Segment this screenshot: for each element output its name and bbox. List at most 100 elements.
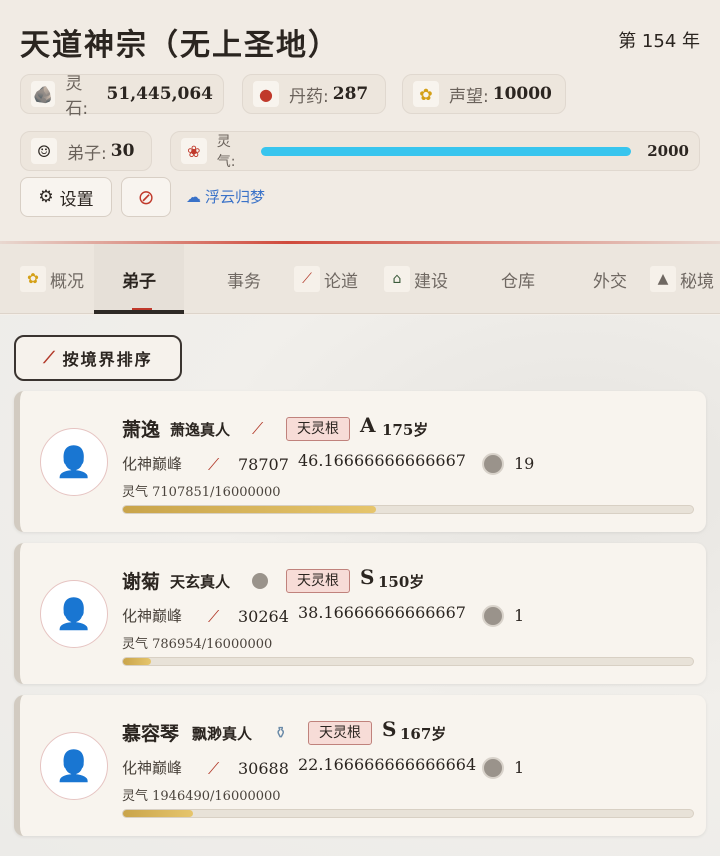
tab-diplomacy[interactable]: 外交 (570, 244, 650, 314)
pavilion-icon: ⌂ (384, 266, 410, 292)
stat-value: 51,445,064 (106, 84, 213, 104)
disciple-count-stat: ☺ 弟子: 30 (20, 131, 152, 171)
power: 78707 (238, 455, 289, 474)
mute-button[interactable]: ⊘ (121, 177, 171, 217)
sword-icon: ⟋ (208, 759, 220, 778)
disc-icon (482, 605, 504, 627)
stat-label: 丹药: (289, 86, 329, 107)
disc-icon (482, 757, 504, 779)
music-track[interactable]: ☁ 浮云归梦 (186, 186, 265, 207)
tab-bar: ✿ 概况 弟子 事务 ⟋ 论道 ⌂ 建设 仓库 外交 ▲ 秘境 (0, 244, 720, 314)
disciple-list-panel: ⟋ 按境界排序 👤 萧逸 萧逸真人 ⟋ 天灵根 A 175岁 化神巅峰 ⟋ 78… (0, 315, 720, 856)
qi-progress-bar (122, 657, 694, 666)
sort-by-realm-button[interactable]: ⟋ 按境界排序 (14, 335, 182, 381)
qi-progress-bar (122, 505, 694, 514)
tab-overview[interactable]: ✿ 概况 (12, 244, 92, 314)
pill-stat: ● 丹药: 287 (242, 74, 386, 114)
qi-progress-text: 灵气 786954/16000000 (122, 637, 273, 652)
tab-label: 秘境 (680, 271, 714, 292)
sword-icon: ⟋ (208, 455, 220, 474)
disc-icon (482, 453, 504, 475)
dao-title: 萧逸真人 (170, 421, 231, 439)
qi-icon: ❀ (181, 138, 207, 164)
qi-label: 灵气: (216, 134, 236, 170)
reputation-icon: ✿ (413, 81, 439, 107)
disc-icon (252, 573, 268, 589)
dao-title: 天玄真人 (170, 573, 231, 591)
realm: 化神巅峰 (122, 759, 183, 777)
disciple-card[interactable]: 👤 慕容琴 飘渺真人 ⚱ 天灵根 S 167岁 化神巅峰 ⟋ 30688 22.… (14, 695, 706, 836)
mute-icon: ⊘ (137, 185, 155, 209)
sect-header: 天道神宗（无上圣地） 第 154 年 🪨 灵石: 51,445,064 ● 丹药… (0, 0, 720, 243)
sect-title: 天道神宗（无上圣地） (20, 28, 340, 63)
disciple-card[interactable]: 👤 萧逸 萧逸真人 ⟋ 天灵根 A 175岁 化神巅峰 ⟋ 78707 46.1… (14, 391, 706, 532)
disciple-icon: ☺ (31, 138, 57, 164)
realm: 化神巅峰 (122, 455, 183, 473)
stat-value: 287 (332, 84, 369, 104)
age: 167岁 (400, 725, 447, 743)
tab-label: 外交 (593, 271, 627, 292)
qi-progress-text: 灵气 1946490/16000000 (122, 789, 281, 804)
tab-warehouse[interactable]: 仓库 (478, 244, 558, 314)
year-counter: 第 154 年 (618, 31, 700, 52)
count: 1 (514, 606, 525, 625)
speed: 38.16666666666667 (298, 603, 466, 622)
qi-progress-bar (122, 809, 694, 818)
spirit-root-badge: 天灵根 (286, 569, 350, 593)
avatar: 👤 (40, 732, 108, 800)
tab-debate[interactable]: ⟋ 论道 (286, 244, 366, 314)
count: 19 (514, 454, 535, 473)
stat-value: 30 (110, 141, 135, 161)
sword-icon: ⟋ (252, 419, 264, 438)
tab-label: 弟子 (122, 271, 156, 292)
tab-label: 建设 (414, 271, 448, 292)
overview-icon: ✿ (20, 266, 46, 292)
gourd-icon: ● (253, 81, 279, 107)
tab-secret-realm[interactable]: ▲ 秘境 (650, 244, 720, 314)
stat-value: 10000 (492, 84, 552, 104)
qi-stat: ❀ 灵气: 2000 (170, 131, 700, 171)
disciple-name: 慕容琴 (122, 723, 180, 745)
mountain-icon: ▲ (650, 266, 676, 292)
age: 175岁 (382, 421, 429, 439)
grade: A (360, 413, 376, 437)
sort-icon: ⟋ (43, 348, 57, 367)
settings-label: 设置 (59, 189, 94, 210)
stat-label: 声望: (449, 86, 489, 107)
music-name: 浮云归梦 (205, 188, 266, 206)
settings-button[interactable]: ⚙ 设置 (20, 177, 112, 217)
realm: 化神巅峰 (122, 607, 183, 625)
reputation-stat: ✿ 声望: 10000 (402, 74, 566, 114)
sort-label: 按境界排序 (62, 350, 153, 369)
tab-label: 概况 (50, 271, 84, 292)
age: 150岁 (378, 573, 425, 591)
tab-build[interactable]: ⌂ 建设 (376, 244, 456, 314)
spirit-root-badge: 天灵根 (286, 417, 350, 441)
disciple-name: 萧逸 (122, 419, 161, 441)
stat-label: 灵石: (65, 74, 89, 119)
spirit-root-badge: 天灵根 (308, 721, 372, 745)
speed: 46.16666666666667 (298, 451, 466, 470)
grade: S (382, 717, 397, 741)
tab-disciples[interactable]: 弟子 (94, 244, 184, 314)
tab-label: 事务 (227, 271, 261, 292)
qi-progress-fill (123, 658, 151, 665)
count: 1 (514, 758, 525, 777)
power: 30264 (238, 607, 289, 626)
spirit-stone-stat: 🪨 灵石: 51,445,064 (20, 74, 224, 119)
tab-label: 仓库 (501, 271, 535, 292)
sword-icon: ⟋ (208, 607, 220, 626)
disciple-card[interactable]: 👤 谢菊 天玄真人 天灵根 S 150岁 化神巅峰 ⟋ 30264 38.166… (14, 543, 706, 684)
qi-value: 2000 (647, 142, 689, 160)
cloud-icon: ☁ (186, 187, 201, 206)
avatar: 👤 (40, 580, 108, 648)
sword-icon: ⟋ (294, 266, 320, 292)
gear-icon: ⚙ (38, 187, 54, 207)
qi-bar (261, 146, 632, 156)
tab-affairs[interactable]: 事务 (204, 244, 284, 314)
avatar: 👤 (40, 428, 108, 496)
grade: S (360, 565, 375, 589)
power: 30688 (238, 759, 289, 778)
spirit-stone-icon: 🪨 (31, 81, 56, 107)
qi-progress-text: 灵气 7107851/16000000 (122, 485, 281, 500)
